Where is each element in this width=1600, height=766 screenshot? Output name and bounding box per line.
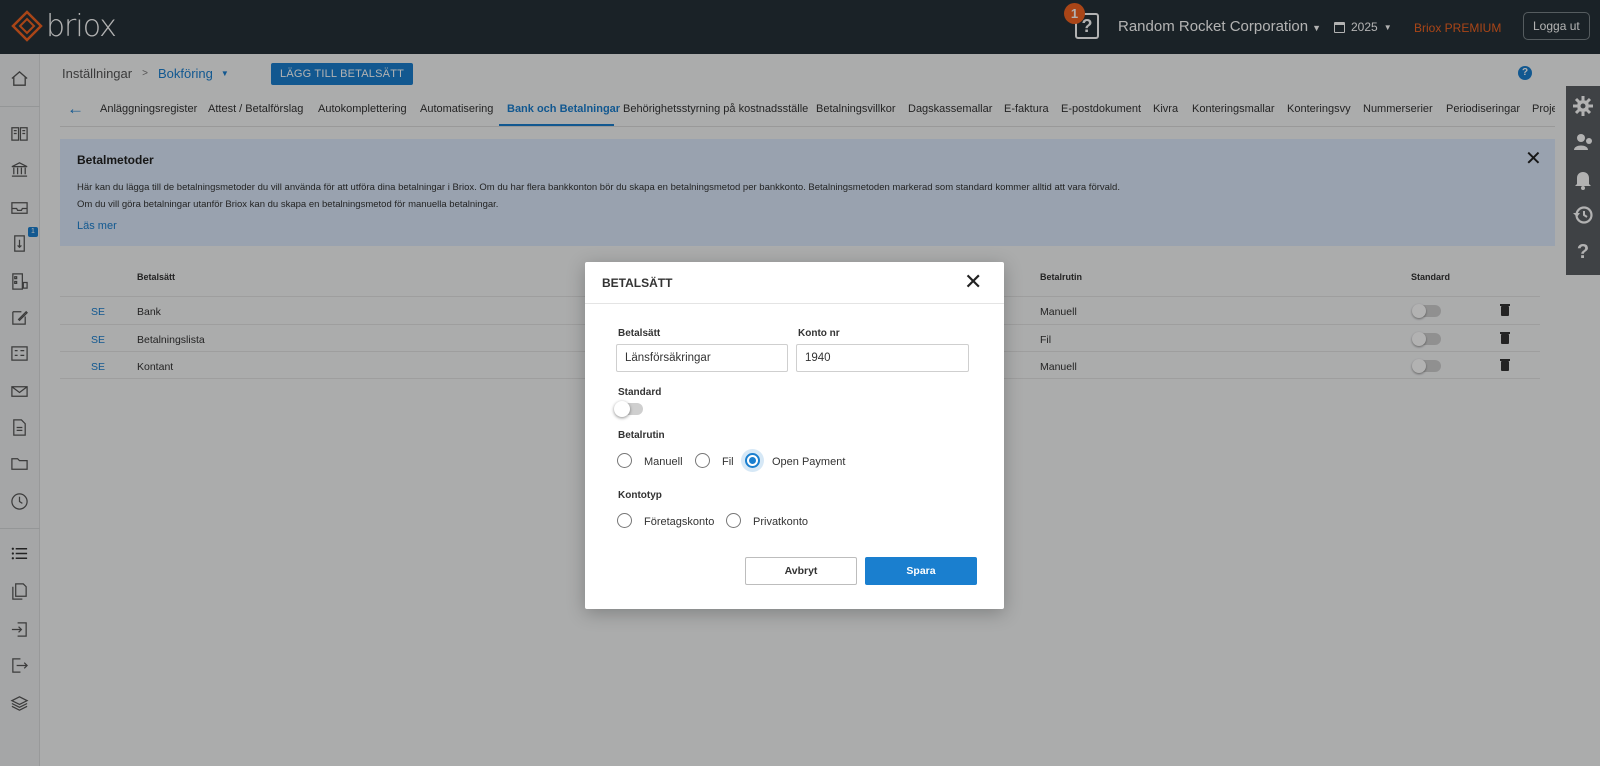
account-type-radio-foretag[interactable] — [617, 513, 632, 528]
account-type-option-label[interactable]: Privatkonto — [753, 516, 808, 528]
standard-toggle[interactable] — [614, 401, 643, 417]
payment-method-dialog: BETALSÄTT ✕ Betalsätt Konto nr Standard … — [585, 262, 1004, 609]
standard-label: Standard — [618, 387, 662, 398]
routine-option-label[interactable]: Manuell — [644, 456, 683, 468]
routine-radio-open-payment[interactable] — [745, 453, 760, 468]
dialog-header: BETALSÄTT ✕ — [585, 262, 1004, 304]
routine-option-label[interactable]: Open Payment — [772, 456, 845, 468]
save-button[interactable]: Spara — [865, 557, 977, 585]
routine-radio-fil[interactable] — [695, 453, 710, 468]
cancel-button[interactable]: Avbryt — [745, 557, 857, 585]
method-label: Betalsätt — [618, 328, 661, 339]
routine-option-label[interactable]: Fil — [722, 456, 734, 468]
close-icon[interactable]: ✕ — [964, 271, 982, 293]
account-type-option-label[interactable]: Företagskonto — [644, 516, 714, 528]
account-type-radio-privat[interactable] — [726, 513, 741, 528]
account-number-input[interactable] — [796, 344, 969, 372]
account-type-label: Kontotyp — [618, 490, 662, 501]
method-input[interactable] — [616, 344, 788, 372]
routine-label: Betalrutin — [618, 430, 665, 441]
routine-radio-manuell[interactable] — [617, 453, 632, 468]
dialog-title: BETALSÄTT — [602, 276, 673, 290]
account-number-label: Konto nr — [798, 328, 840, 339]
